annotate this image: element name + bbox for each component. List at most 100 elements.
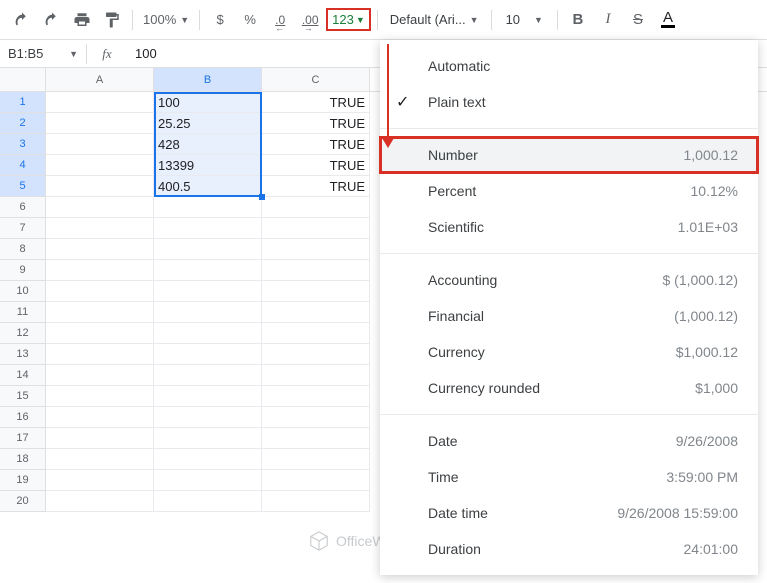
row-header[interactable]: 19 bbox=[0, 470, 46, 491]
cell[interactable] bbox=[154, 386, 262, 407]
currency-icon[interactable]: $ bbox=[206, 6, 234, 34]
format-currency-rounded[interactable]: Currency rounded$1,000 bbox=[380, 370, 758, 406]
cell[interactable] bbox=[154, 428, 262, 449]
cell[interactable] bbox=[46, 386, 154, 407]
cell[interactable] bbox=[46, 491, 154, 512]
row-header[interactable]: 8 bbox=[0, 239, 46, 260]
cell[interactable] bbox=[46, 302, 154, 323]
cell[interactable] bbox=[46, 428, 154, 449]
cell[interactable]: TRUE bbox=[262, 92, 370, 113]
select-all-corner[interactable] bbox=[0, 68, 46, 91]
cell[interactable] bbox=[262, 323, 370, 344]
cell[interactable] bbox=[46, 449, 154, 470]
cell[interactable] bbox=[262, 407, 370, 428]
cell[interactable]: TRUE bbox=[262, 134, 370, 155]
row-header[interactable]: 6 bbox=[0, 197, 46, 218]
row-header[interactable]: 12 bbox=[0, 323, 46, 344]
row-header[interactable]: 13 bbox=[0, 344, 46, 365]
cell[interactable] bbox=[154, 407, 262, 428]
cell[interactable]: 400.5 bbox=[154, 176, 262, 197]
row-header[interactable]: 14 bbox=[0, 365, 46, 386]
row-header[interactable]: 10 bbox=[0, 281, 46, 302]
col-header-B[interactable]: B bbox=[154, 68, 262, 91]
row-header[interactable]: 9 bbox=[0, 260, 46, 281]
cell[interactable] bbox=[154, 323, 262, 344]
cell[interactable] bbox=[154, 218, 262, 239]
undo-icon[interactable] bbox=[8, 6, 36, 34]
percent-icon[interactable]: % bbox=[236, 6, 264, 34]
print-icon[interactable] bbox=[68, 6, 96, 34]
cell[interactable] bbox=[46, 218, 154, 239]
cell[interactable] bbox=[154, 281, 262, 302]
paint-format-icon[interactable] bbox=[98, 6, 126, 34]
cell[interactable]: 25.25 bbox=[154, 113, 262, 134]
font-size-select[interactable]: 10▼ bbox=[498, 12, 551, 27]
cell[interactable] bbox=[262, 386, 370, 407]
cell[interactable] bbox=[262, 428, 370, 449]
format-financial[interactable]: Financial(1,000.12) bbox=[380, 298, 758, 334]
row-header[interactable]: 11 bbox=[0, 302, 46, 323]
text-color-button[interactable]: A bbox=[654, 6, 682, 34]
format-accounting[interactable]: Accounting$ (1,000.12) bbox=[380, 262, 758, 298]
row-header[interactable]: 2 bbox=[0, 113, 46, 134]
row-header[interactable]: 20 bbox=[0, 491, 46, 512]
format-automatic[interactable]: Automatic bbox=[380, 48, 758, 84]
cell[interactable] bbox=[46, 92, 154, 113]
cell[interactable] bbox=[46, 365, 154, 386]
cell[interactable] bbox=[154, 197, 262, 218]
cell[interactable] bbox=[262, 365, 370, 386]
format-date[interactable]: Date9/26/2008 bbox=[380, 423, 758, 459]
cell[interactable] bbox=[46, 197, 154, 218]
row-header[interactable]: 3 bbox=[0, 134, 46, 155]
cell[interactable] bbox=[262, 449, 370, 470]
row-header[interactable]: 15 bbox=[0, 386, 46, 407]
cell[interactable] bbox=[154, 365, 262, 386]
cell[interactable] bbox=[46, 176, 154, 197]
cell[interactable] bbox=[46, 134, 154, 155]
row-header[interactable]: 4 bbox=[0, 155, 46, 176]
cell[interactable] bbox=[154, 239, 262, 260]
decrease-decimal-icon[interactable]: .0← bbox=[266, 6, 294, 34]
cell[interactable] bbox=[262, 344, 370, 365]
format-plaintext[interactable]: ✓ Plain text bbox=[380, 84, 758, 120]
cell[interactable] bbox=[46, 260, 154, 281]
cell[interactable] bbox=[262, 302, 370, 323]
format-date-time[interactable]: Date time9/26/2008 15:59:00 bbox=[380, 495, 758, 531]
more-formats-button[interactable]: 123▼ bbox=[326, 8, 371, 31]
cell[interactable] bbox=[154, 260, 262, 281]
cell[interactable] bbox=[262, 260, 370, 281]
format-duration[interactable]: Duration24:01:00 bbox=[380, 531, 758, 567]
cell[interactable] bbox=[46, 344, 154, 365]
format-number[interactable]: Number1,000.12 bbox=[380, 137, 758, 173]
cell[interactable] bbox=[154, 344, 262, 365]
cell[interactable] bbox=[262, 239, 370, 260]
cell[interactable] bbox=[154, 302, 262, 323]
format-time[interactable]: Time3:59:00 PM bbox=[380, 459, 758, 495]
col-header-C[interactable]: C bbox=[262, 68, 370, 91]
cell[interactable] bbox=[262, 281, 370, 302]
cell[interactable] bbox=[46, 470, 154, 491]
strike-button[interactable]: S bbox=[624, 6, 652, 34]
format-percent[interactable]: Percent10.12% bbox=[380, 173, 758, 209]
cell[interactable]: 428 bbox=[154, 134, 262, 155]
row-header[interactable]: 7 bbox=[0, 218, 46, 239]
cell[interactable] bbox=[154, 470, 262, 491]
cell[interactable] bbox=[262, 197, 370, 218]
increase-decimal-icon[interactable]: .00→ bbox=[296, 6, 324, 34]
cell[interactable]: TRUE bbox=[262, 155, 370, 176]
cell[interactable] bbox=[46, 281, 154, 302]
cell[interactable] bbox=[46, 113, 154, 134]
name-box[interactable]: B1:B5▼ bbox=[0, 46, 86, 61]
cell[interactable] bbox=[154, 491, 262, 512]
row-header[interactable]: 18 bbox=[0, 449, 46, 470]
cell[interactable] bbox=[46, 239, 154, 260]
row-header[interactable]: 1 bbox=[0, 92, 46, 113]
redo-icon[interactable] bbox=[38, 6, 66, 34]
format-scientific[interactable]: Scientific1.01E+03 bbox=[380, 209, 758, 245]
format-currency[interactable]: Currency$1,000.12 bbox=[380, 334, 758, 370]
cell[interactable] bbox=[46, 407, 154, 428]
zoom-level[interactable]: 100%▼ bbox=[139, 12, 193, 27]
cell[interactable]: TRUE bbox=[262, 113, 370, 134]
cell[interactable] bbox=[46, 323, 154, 344]
cell[interactable] bbox=[154, 449, 262, 470]
